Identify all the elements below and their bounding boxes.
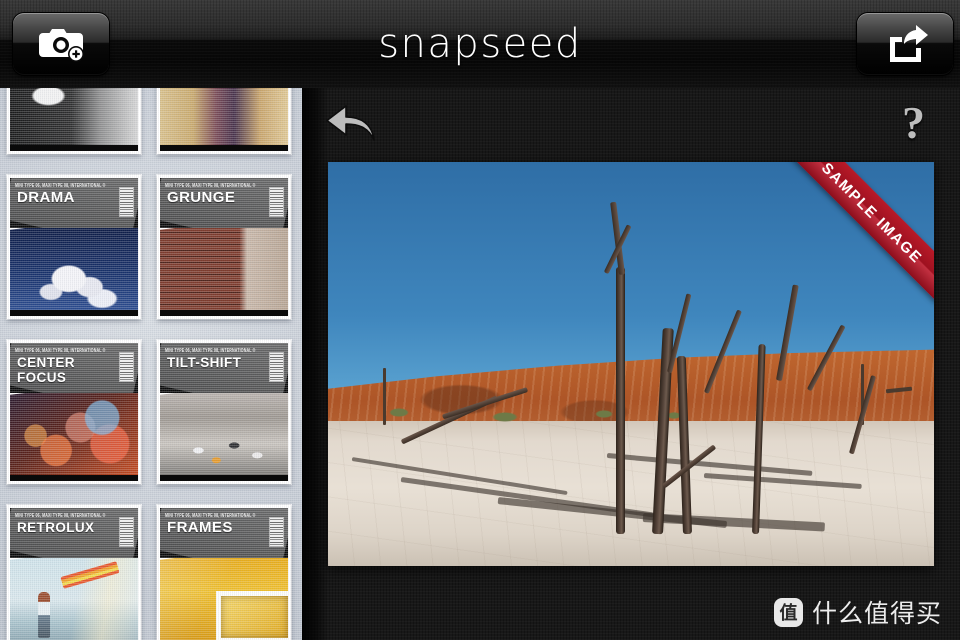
filter-card-thumbnail xyxy=(10,88,138,145)
sample-image-ribbon: SAMPLE IMAGE xyxy=(782,162,934,303)
distant-tree xyxy=(382,368,386,425)
filter-card-center-focus[interactable]: MINI TYPE 06, MAXI TYPE 08, INTERNATIONA… xyxy=(7,340,141,484)
filter-card-inner: MINI TYPE 06, MAXI TYPE 08, INTERNATIONA… xyxy=(160,508,288,640)
filter-card-inner: MINI TYPE 06, MAXI TYPE 08, INTERNATIONA… xyxy=(160,88,288,151)
filter-card-title: RETROLUX xyxy=(17,520,95,535)
filter-card-inner: MINI TYPE 06, MAXI TYPE 08, INTERNATIONA… xyxy=(10,343,138,481)
filter-card-thumbnail xyxy=(10,558,138,640)
filter-card-artwork xyxy=(160,393,288,475)
filter-sidebar[interactable]: MINI TYPE 06, MAXI TYPE 08, INTERNATIONA… xyxy=(0,88,302,640)
filter-card-title: CENTER FOCUS xyxy=(17,355,75,385)
watermark-text: 什么值得买 xyxy=(811,599,942,628)
top-toolbar: snapseed xyxy=(0,0,960,88)
filter-card-thumbnail xyxy=(160,228,288,310)
barcode-icon xyxy=(120,188,133,216)
filter-card-inner: MINI TYPE 06, MAXI TYPE 08, INTERNATIONA… xyxy=(10,88,138,151)
filter-card-inner: MINI TYPE 06, MAXI TYPE 08, INTERNATIONA… xyxy=(160,178,288,316)
filter-card-header: MINI TYPE 06, MAXI TYPE 08, INTERNATIONA… xyxy=(160,178,288,234)
filter-card-minitype: MINI TYPE 06, MAXI TYPE 08, INTERNATIONA… xyxy=(165,182,256,189)
filter-card-title: TILT-SHIFT xyxy=(167,355,242,370)
share-icon xyxy=(890,25,928,62)
photo-image: SAMPLE IMAGE xyxy=(328,162,934,566)
snapseed-app-window: snapseed MINI TYPE 06, MAXI TYPE 08, INT… xyxy=(0,0,960,640)
filter-card-drama[interactable]: MINI TYPE 06, MAXI TYPE 08, INTERNATIONA… xyxy=(7,175,141,319)
filter-card-thumbnail xyxy=(10,228,138,310)
barcode-icon xyxy=(270,188,283,216)
filter-card[interactable]: MINI TYPE 06, MAXI TYPE 08, INTERNATIONA… xyxy=(157,88,291,154)
filter-card-header: MINI TYPE 06, MAXI TYPE 08, INTERNATIONA… xyxy=(160,343,288,399)
filter-card[interactable]: MINI TYPE 06, MAXI TYPE 08, INTERNATIONA… xyxy=(7,88,141,154)
photo-preview[interactable]: SAMPLE IMAGE xyxy=(328,162,934,566)
filter-card-footer xyxy=(160,145,288,151)
barcode-icon xyxy=(270,518,283,546)
filter-card-thumbnail xyxy=(160,393,288,475)
filter-card-title: GRUNGE xyxy=(167,189,236,206)
filter-card-inner: MINI TYPE 06, MAXI TYPE 08, INTERNATIONA… xyxy=(10,508,138,640)
filter-card-title: DRAMA xyxy=(17,189,75,206)
filter-card-footer xyxy=(10,145,138,151)
photo-canvas: ? SAMPLE IMAGE xyxy=(302,88,960,640)
camera-plus-icon xyxy=(39,29,84,62)
filter-card-header: MINI TYPE 06, MAXI TYPE 08, INTERNATIONA… xyxy=(10,343,138,399)
filter-card-header: MINI TYPE 06, MAXI TYPE 08, INTERNATIONA… xyxy=(160,508,288,564)
filter-card-minitype: MINI TYPE 06, MAXI TYPE 08, INTERNATIONA… xyxy=(15,347,106,354)
filter-grid: MINI TYPE 06, MAXI TYPE 08, INTERNATIONA… xyxy=(0,88,302,640)
filter-card-retrolux[interactable]: MINI TYPE 06, MAXI TYPE 08, INTERNATIONA… xyxy=(7,505,141,640)
app-title: snapseed xyxy=(378,21,582,67)
filter-card-inner: MINI TYPE 06, MAXI TYPE 08, INTERNATIONA… xyxy=(10,178,138,316)
filter-card-minitype: MINI TYPE 06, MAXI TYPE 08, INTERNATIONA… xyxy=(15,182,106,189)
filter-card-artwork xyxy=(160,228,288,310)
filter-card-footer xyxy=(10,310,138,316)
filter-card-footer xyxy=(160,475,288,481)
filter-card-thumbnail xyxy=(10,393,138,475)
filter-card-footer xyxy=(160,310,288,316)
filter-card-artwork xyxy=(10,88,138,145)
camera-open-photo-button[interactable] xyxy=(13,13,109,75)
filter-card-title: FRAMES xyxy=(167,519,233,536)
filter-card-artwork xyxy=(160,558,288,640)
share-button[interactable] xyxy=(857,13,953,75)
filter-card-minitype: MINI TYPE 06, MAXI TYPE 08, INTERNATIONA… xyxy=(165,347,256,354)
filter-card-tilt-shift[interactable]: MINI TYPE 06, MAXI TYPE 08, INTERNATIONA… xyxy=(157,340,291,484)
filter-card-artwork xyxy=(160,88,288,145)
filter-card-header: MINI TYPE 06, MAXI TYPE 08, INTERNATIONA… xyxy=(10,508,138,564)
filter-card-header: MINI TYPE 06, MAXI TYPE 08, INTERNATIONA… xyxy=(10,178,138,234)
filter-card-minitype: MINI TYPE 06, MAXI TYPE 08, INTERNATIONA… xyxy=(15,512,106,519)
filter-card-thumbnail xyxy=(160,88,288,145)
filter-card-minitype: MINI TYPE 06, MAXI TYPE 08, INTERNATIONA… xyxy=(165,512,256,519)
barcode-icon xyxy=(120,353,133,381)
filter-card-grunge[interactable]: MINI TYPE 06, MAXI TYPE 08, INTERNATIONA… xyxy=(157,175,291,319)
filter-card-thumbnail xyxy=(160,558,288,640)
filter-card-artwork xyxy=(10,558,138,640)
filter-card-footer xyxy=(10,475,138,481)
tree-trunk xyxy=(615,267,625,534)
filter-card-artwork xyxy=(10,393,138,475)
barcode-icon xyxy=(270,353,283,381)
filter-card-frames[interactable]: MINI TYPE 06, MAXI TYPE 08, INTERNATIONA… xyxy=(157,505,291,640)
watermark: 值 什么值得买 xyxy=(773,594,942,630)
barcode-icon xyxy=(120,518,133,546)
clay-pan-floor xyxy=(328,420,934,566)
back-arrow-icon xyxy=(326,105,375,141)
watermark-badge: 值 xyxy=(773,597,803,627)
filter-card-artwork xyxy=(10,228,138,310)
filter-card-inner: MINI TYPE 06, MAXI TYPE 08, INTERNATIONA… xyxy=(160,343,288,481)
help-button[interactable]: ? xyxy=(902,96,925,149)
back-button[interactable] xyxy=(324,100,380,151)
